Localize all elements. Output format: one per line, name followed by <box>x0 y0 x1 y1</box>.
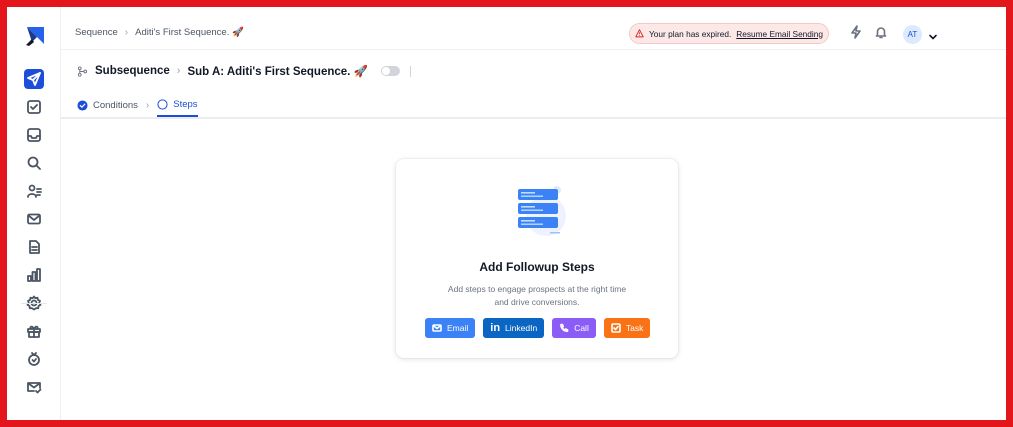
empty-state-description-line: and drive conversions. <box>494 297 580 307</box>
resume-email-sending-link[interactable]: Resume Email Sending <box>736 29 823 39</box>
sidebar-divider <box>21 303 47 304</box>
check-circle-icon <box>77 99 88 111</box>
add-email-button[interactable]: Email <box>425 318 476 338</box>
subsequence-label: Subsequence <box>95 65 170 77</box>
phone-icon <box>560 323 569 333</box>
chevron-right-icon: › <box>124 27 129 38</box>
empty-state-title: Add Followup Steps <box>479 260 595 274</box>
add-linkedin-label: LinkedIn <box>505 323 538 333</box>
chevron-right-icon: › <box>145 99 150 111</box>
steps-tabs: Conditions › Steps <box>77 93 198 117</box>
tasks-icon[interactable] <box>24 97 44 117</box>
mail-icon[interactable] <box>24 209 44 229</box>
add-linkedin-button[interactable]: in LinkedIn <box>483 318 545 338</box>
subsequence-title-row: Subsequence › Sub A: Aditi's First Seque… <box>77 64 411 78</box>
tab-steps-label: Steps <box>173 98 198 110</box>
sequence-icon[interactable] <box>24 69 44 89</box>
add-followup-card: Add Followup Steps Add steps to engage p… <box>396 159 678 358</box>
chevron-down-icon[interactable] <box>928 29 938 40</box>
sidebar <box>7 7 61 420</box>
add-task-label: Task <box>625 323 644 333</box>
gift-icon[interactable] <box>24 321 44 341</box>
divider <box>409 65 411 77</box>
breadcrumb: Sequence › Aditi's First Sequence. 🚀 <box>75 27 244 38</box>
task-icon <box>611 323 621 333</box>
inbox-icon[interactable] <box>24 125 44 145</box>
plan-expired-banner: Your plan has expired. Resume Email Send… <box>629 23 829 44</box>
templates-icon[interactable] <box>24 237 44 257</box>
tab-conditions[interactable]: Conditions <box>77 93 138 117</box>
subsequence-toggle[interactable] <box>380 66 400 76</box>
search-icon[interactable] <box>24 153 44 173</box>
bell-icon[interactable] <box>874 25 890 41</box>
app-logo[interactable] <box>24 25 46 47</box>
warning-icon <box>635 29 644 38</box>
mail-icon <box>432 324 442 332</box>
subsequence-header: Subsequence › Sub A: Aditi's First Seque… <box>61 51 1006 119</box>
empty-state-description: Add steps to engage prospects at the rig… <box>424 283 650 309</box>
contacts-icon[interactable] <box>24 181 44 201</box>
empty-state-description-line: Add steps to engage prospects at the rig… <box>447 284 627 294</box>
breadcrumb-sequence[interactable]: Sequence <box>75 27 118 38</box>
add-call-button[interactable]: Call <box>552 318 596 338</box>
rewards-icon[interactable] <box>24 349 44 369</box>
plan-expired-text: Your plan has expired. <box>649 28 732 39</box>
step-actions: Email in LinkedIn Call Task <box>425 318 651 338</box>
avatar[interactable]: AT <box>903 25 922 44</box>
app-window: Sequence › Aditi's First Sequence. 🚀 You… <box>0 0 1013 427</box>
breadcrumb-current: Aditi's First Sequence. 🚀 <box>135 27 244 38</box>
email-check-icon[interactable] <box>24 377 44 397</box>
tab-steps[interactable]: Steps <box>157 93 198 117</box>
subsequence-name: Sub A: Aditi's First Sequence. 🚀 <box>187 66 368 78</box>
lightning-icon[interactable] <box>849 25 865 41</box>
circle-icon <box>157 98 168 110</box>
branch-icon <box>77 65 88 77</box>
steps-illustration-icon <box>510 186 566 238</box>
tab-conditions-label: Conditions <box>93 99 138 111</box>
add-task-button[interactable]: Task <box>603 318 651 338</box>
analytics-icon[interactable] <box>24 265 44 285</box>
add-call-label: Call <box>574 323 589 333</box>
add-email-label: Email <box>447 323 469 333</box>
linkedin-icon: in <box>490 322 501 334</box>
chevron-right-icon: › <box>176 65 181 77</box>
